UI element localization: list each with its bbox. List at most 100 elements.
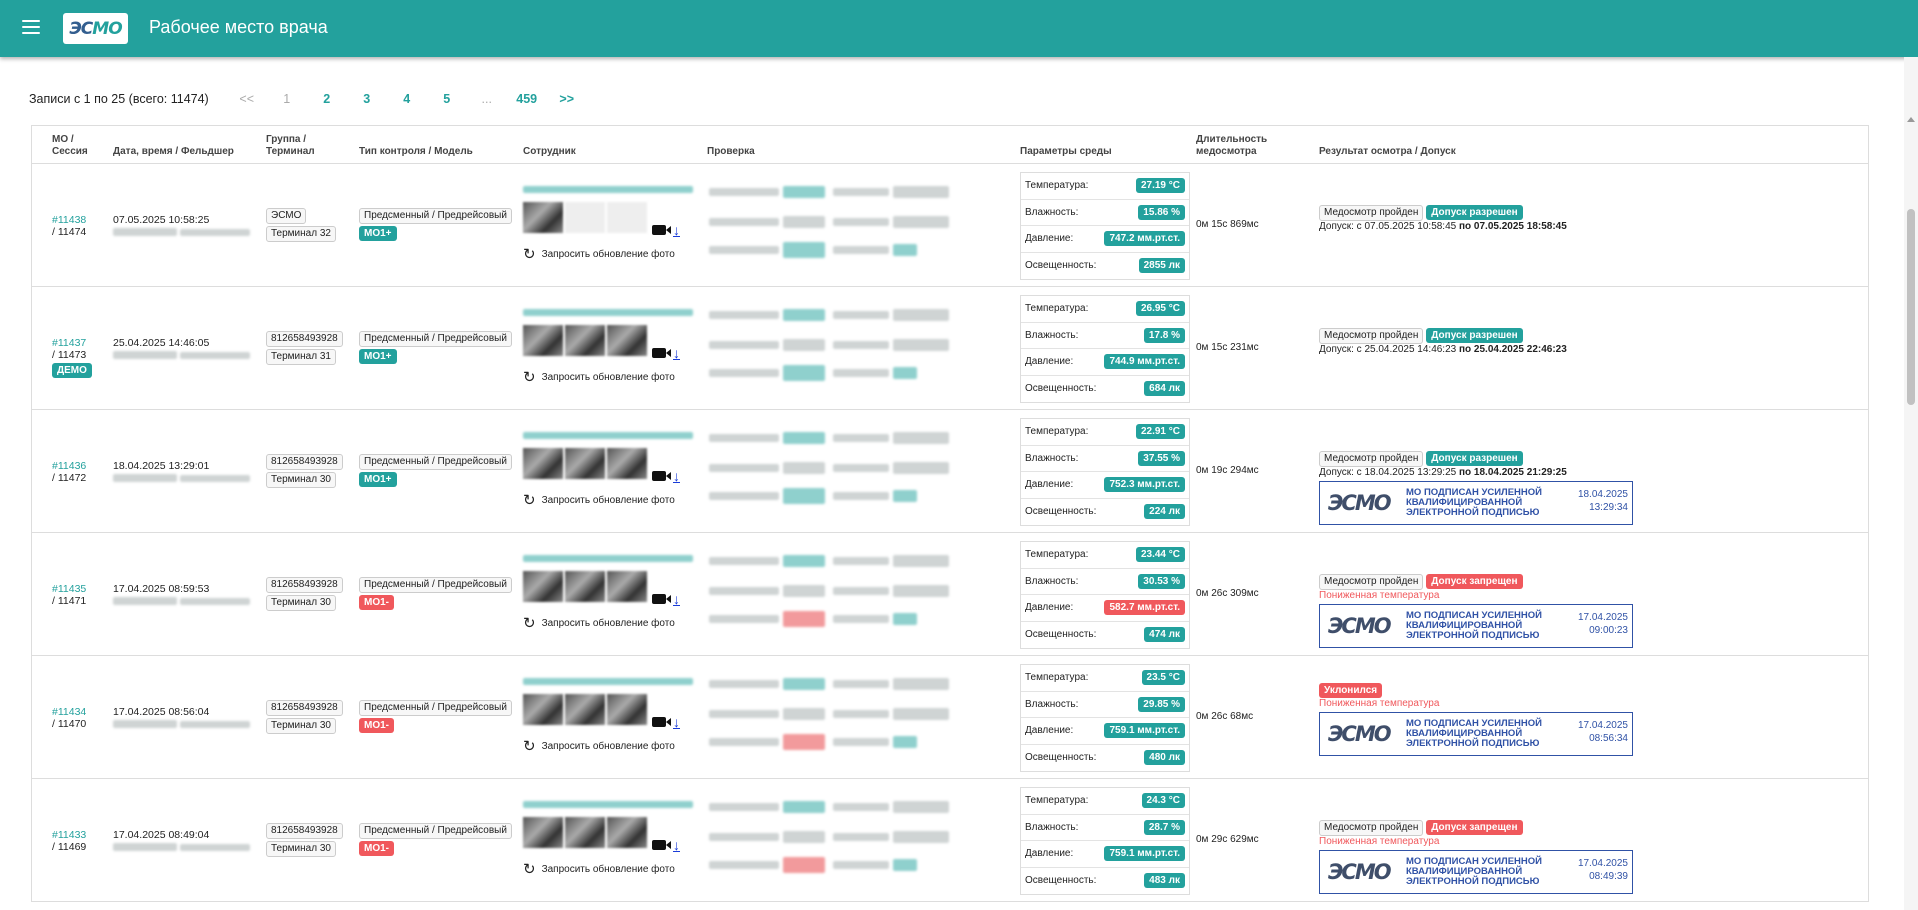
terminal-tag: Терминал 30 (266, 595, 336, 611)
page-5[interactable]: 5 (427, 92, 467, 106)
video-camera-icon[interactable] (652, 348, 671, 359)
table-row[interactable]: #11434 / 11470 17.04.2025 08:56:04 81265… (32, 656, 1868, 779)
employee-photo[interactable] (607, 817, 647, 848)
digital-signature-stamp[interactable]: ЭСМО МО ПОДПИСАН УСИЛЕННОЙ КВАЛИФИЦИРОВА… (1319, 712, 1633, 756)
col-mo[interactable]: МО / Сессия (52, 134, 88, 158)
stamp-datetime: 17.04.2025 08:49:39 (1577, 858, 1628, 882)
table-row[interactable]: #11435 / 11471 17.04.2025 08:59:53 81265… (32, 533, 1868, 656)
employee-photo[interactable] (607, 202, 647, 233)
refresh-icon: ↻ (523, 861, 536, 879)
result-cell: Медосмотр пройден Допуск разрешен Допуск… (1319, 448, 1649, 525)
employee-photo[interactable] (523, 817, 563, 848)
env-temperature: Температура: 26.95 °C (1021, 296, 1189, 323)
col-result[interactable]: Результат осмотра / Допуск (1319, 146, 1456, 158)
pressure-value: 759.1 мм.рт.ст. (1104, 846, 1185, 862)
download-icon[interactable]: ↓ (673, 468, 680, 484)
employee-photo[interactable] (565, 817, 605, 848)
medic-name-redacted (113, 474, 177, 482)
col-duration[interactable]: Длительность медосмотра (1196, 134, 1267, 158)
table-row[interactable]: #11437 / 11473 ДЕМО 25.04.2025 14:46:05 … (32, 287, 1868, 410)
employee-photo[interactable] (565, 448, 605, 479)
mo-link[interactable]: #11437 (52, 337, 92, 349)
refresh-photo-button[interactable]: ↻ Запросить обновление фото (523, 491, 703, 509)
download-icon[interactable]: ↓ (673, 837, 680, 853)
datetime-cell: 18.04.2025 13:29:01 (113, 460, 250, 485)
refresh-photo-button[interactable]: ↻ Запросить обновление фото (523, 860, 703, 878)
download-icon[interactable]: ↓ (673, 591, 680, 607)
employee-photo[interactable] (607, 325, 647, 356)
menu-icon[interactable] (22, 20, 40, 34)
col-datetime[interactable]: Дата, время / Фельдшер (113, 146, 234, 158)
employee-photo[interactable] (523, 571, 563, 602)
page-3[interactable]: 3 (347, 92, 387, 106)
env-pressure: Давление: 759.1 мм.рт.ст. (1021, 841, 1189, 868)
col-type[interactable]: Тип контроля / Модель (359, 146, 473, 158)
table-row[interactable]: #11433 / 11469 17.04.2025 08:49:04 81265… (32, 779, 1868, 902)
col-group[interactable]: Группа / Терминал (266, 134, 315, 158)
employee-photo[interactable] (565, 325, 605, 356)
mo-link[interactable]: #11434 (52, 706, 86, 718)
download-icon[interactable]: ↓ (673, 222, 680, 238)
refresh-photo-button[interactable]: ↻ Запросить обновление фото (523, 737, 703, 755)
refresh-photo-button[interactable]: ↻ Запросить обновление фото (523, 368, 703, 386)
page-4[interactable]: 4 (387, 92, 427, 106)
exam-duration: 0м 26с 309мс (1196, 588, 1259, 599)
records-summary: Записи с 1 по 25 (всего: 11474) (29, 92, 209, 106)
pressure-value: 744.9 мм.рт.ст. (1104, 354, 1185, 370)
employee-photo[interactable] (565, 202, 605, 233)
mo-link[interactable]: #11436 (52, 460, 86, 472)
table-row[interactable]: #11438 / 11474 07.05.2025 10:58:25 ЭСМО … (32, 164, 1868, 287)
video-camera-icon[interactable] (652, 594, 671, 605)
refresh-photo-label: Запросить обновление фото (541, 863, 675, 875)
table-row[interactable]: #11436 / 11472 18.04.2025 13:29:01 81265… (32, 410, 1868, 533)
page-prev[interactable]: << (227, 92, 267, 106)
download-icon[interactable]: ↓ (673, 345, 680, 361)
medic-detail-redacted (179, 721, 250, 728)
mo-link[interactable]: #11433 (52, 829, 86, 841)
employee-photo[interactable] (607, 694, 647, 725)
employee-photo[interactable] (523, 202, 563, 233)
digital-signature-stamp[interactable]: ЭСМО МО ПОДПИСАН УСИЛЕННОЙ КВАЛИФИЦИРОВА… (1319, 481, 1633, 525)
model-badge: МО1+ (359, 226, 397, 241)
page-next[interactable]: >> (547, 92, 587, 106)
employee-photo[interactable] (523, 694, 563, 725)
scrollbar[interactable] (1904, 57, 1918, 910)
digital-signature-stamp[interactable]: ЭСМО МО ПОДПИСАН УСИЛЕННОЙ КВАЛИФИЦИРОВА… (1319, 604, 1633, 648)
exam-duration: 0м 29с 629мс (1196, 834, 1259, 845)
employee-photo[interactable] (565, 694, 605, 725)
employee-photo[interactable] (607, 448, 647, 479)
refresh-photo-button[interactable]: ↻ Запросить обновление фото (523, 614, 703, 632)
mo-link[interactable]: #11438 (52, 214, 86, 226)
employee-photo[interactable] (523, 325, 563, 356)
employee-photo[interactable] (607, 571, 647, 602)
mo-cell: #11435 / 11471 (52, 583, 86, 607)
rejection-reason: Пониженная температура (1319, 698, 1440, 709)
page-2[interactable]: 2 (307, 92, 347, 106)
env-light: Освещенность: 224 лк (1021, 499, 1189, 526)
digital-signature-stamp[interactable]: ЭСМО МО ПОДПИСАН УСИЛЕННОЙ КВАЛИФИЦИРОВА… (1319, 850, 1633, 894)
refresh-photo-button[interactable]: ↻ Запросить обновление фото (523, 245, 703, 263)
employee-photo[interactable] (565, 571, 605, 602)
refresh-icon: ↻ (523, 615, 536, 633)
admit-period: Допуск: с 07.05.2025 10:58:45 по 07.05.2… (1319, 221, 1567, 232)
video-camera-icon[interactable] (652, 225, 671, 236)
temperature-value: 23.44 °C (1135, 547, 1185, 563)
employee-photo[interactable] (523, 448, 563, 479)
session-number: / 11471 (52, 595, 87, 607)
col-employee[interactable]: Сотрудник (523, 146, 576, 158)
mo-link[interactable]: #11435 (52, 583, 86, 595)
exam-status-tag: Медосмотр пройден (1319, 205, 1424, 221)
scroll-up-icon[interactable] (1907, 117, 1915, 122)
refresh-photo-label: Запросить обновление фото (541, 740, 675, 752)
type-cell: Предсменный / Предрейсовый МО1- (359, 823, 512, 856)
humidity-value: 15.86 % (1138, 204, 1185, 220)
scrollbar-thumb[interactable] (1907, 209, 1915, 405)
download-icon[interactable]: ↓ (673, 714, 680, 730)
medic-name-redacted (113, 228, 177, 236)
video-camera-icon[interactable] (652, 717, 671, 728)
datetime-cell: 07.05.2025 10:58:25 (113, 214, 250, 239)
video-camera-icon[interactable] (652, 471, 671, 482)
stamp-logo: ЭСМО (1328, 491, 1392, 515)
video-camera-icon[interactable] (652, 840, 671, 851)
page-last[interactable]: 459 (507, 92, 547, 106)
